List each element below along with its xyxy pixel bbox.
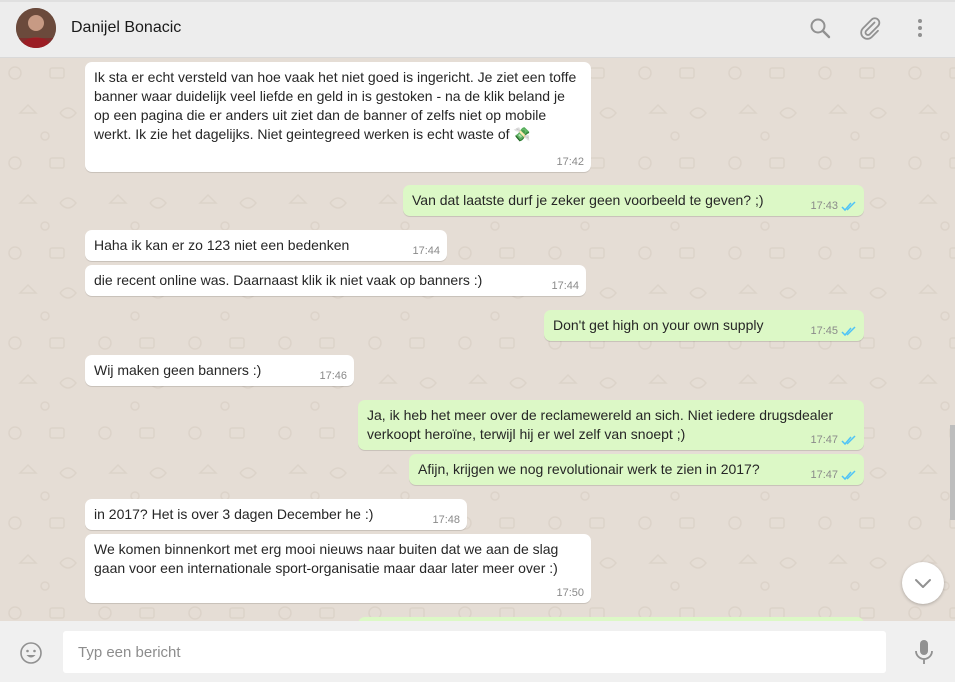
- read-ticks-icon: [841, 435, 856, 445]
- message-time: 17:44: [412, 245, 440, 257]
- contact-name[interactable]: Danijel Bonacic: [71, 19, 181, 37]
- emoji-icon[interactable]: [19, 641, 43, 665]
- contact-avatar[interactable]: [16, 8, 56, 48]
- message-time: 17:46: [319, 370, 347, 382]
- message-incoming[interactable]: Haha ik kan er zo 123 niet een bedenken …: [85, 230, 447, 261]
- message-meta: 17:43: [810, 200, 857, 212]
- attach-icon[interactable]: [858, 16, 882, 40]
- message-text: die recent online was. Daarnaast klik ik…: [94, 272, 483, 288]
- message-input[interactable]: [63, 631, 886, 673]
- message-outgoing[interactable]: Don't get high on your own supply 17:45: [544, 310, 864, 341]
- composer: [0, 621, 955, 682]
- message-time: 17:47: [810, 469, 838, 481]
- message-text: Haha ik kan er zo 123 niet een bedenken: [94, 237, 350, 253]
- message-text: Wij maken geen banners :): [94, 362, 262, 378]
- header-divider: [0, 0, 955, 2]
- message-incoming[interactable]: Wij maken geen banners :) 17:46: [85, 355, 354, 386]
- message-incoming[interactable]: We komen binnenkort met erg mooi nieuws …: [85, 534, 591, 603]
- message-text: in 2017? Het is over 3 dagen December he…: [94, 506, 374, 522]
- message-outgoing[interactable]: Afijn, krijgen we nog revolutionair werk…: [409, 454, 864, 485]
- message-time: 17:44: [551, 280, 579, 292]
- message-time: 17:48: [432, 514, 460, 526]
- message-incoming[interactable]: Ik sta er echt versteld van hoe vaak het…: [85, 62, 591, 172]
- microphone-icon[interactable]: [913, 639, 935, 665]
- scroll-down-button[interactable]: [902, 562, 944, 604]
- scrollbar-thumb[interactable]: [950, 425, 955, 520]
- chevron-down-icon: [915, 579, 931, 588]
- message-list[interactable]: Ik sta er echt versteld van hoe vaak het…: [0, 58, 955, 621]
- message-time: 17:45: [810, 325, 838, 337]
- message-meta: 17:47: [810, 469, 857, 481]
- message-text: Afijn, krijgen we nog revolutionair werk…: [418, 461, 760, 477]
- menu-icon[interactable]: [908, 16, 932, 40]
- search-icon[interactable]: [808, 16, 832, 40]
- read-ticks-icon: [841, 470, 856, 480]
- message-time: 17:42: [556, 156, 584, 168]
- message-outgoing[interactable]: Ja, ik heb het meer over de reclamewerel…: [358, 400, 864, 450]
- message-text: We komen binnenkort met erg mooi nieuws …: [94, 541, 559, 576]
- message-text: Ik sta er echt versteld van hoe vaak het…: [94, 69, 577, 142]
- message-outgoing[interactable]: Van dat laatste durf je zeker geen voorb…: [403, 185, 864, 216]
- message-meta: 17:45: [810, 325, 857, 337]
- message-incoming[interactable]: die recent online was. Daarnaast klik ik…: [85, 265, 586, 296]
- read-ticks-icon: [841, 201, 856, 211]
- message-incoming[interactable]: in 2017? Het is over 3 dagen December he…: [85, 499, 467, 530]
- read-ticks-icon: [841, 326, 856, 336]
- message-text: Ja, ik heb het meer over de reclamewerel…: [367, 407, 834, 442]
- message-time: 17:43: [810, 200, 838, 212]
- message-time: 17:47: [810, 434, 838, 446]
- message-meta: 17:47: [810, 434, 857, 446]
- message-time: 17:50: [556, 587, 584, 599]
- chat-header: Danijel Bonacic: [0, 0, 955, 58]
- message-text: Van dat laatste durf je zeker geen voorb…: [412, 192, 764, 208]
